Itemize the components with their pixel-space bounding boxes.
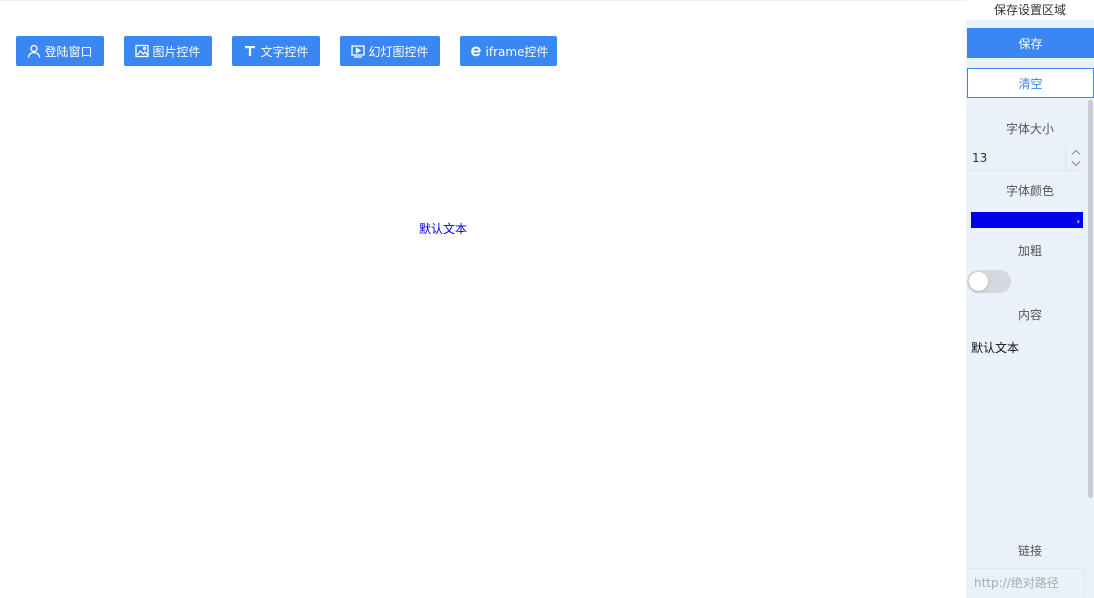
toggle-knob <box>969 272 988 291</box>
iframe-control-button[interactable]: iframe控件 <box>460 36 557 66</box>
link-label: 链接 <box>1017 544 1042 558</box>
slideshow-control-button[interactable]: 幻灯图控件 <box>340 36 440 66</box>
font-color-label: 字体颜色 <box>1005 184 1054 198</box>
text-control-label: 文字控件 <box>260 44 309 59</box>
image-control-label: 图片控件 <box>152 44 201 59</box>
chevron-down-icon: ▾ <box>1076 218 1080 226</box>
font-size-value: 13 <box>972 151 988 165</box>
content-label: 内容 <box>1017 308 1042 322</box>
font-size-input[interactable]: 13 <box>967 145 1086 171</box>
bold-toggle[interactable] <box>967 270 1011 293</box>
link-input[interactable]: http://绝对路径 <box>967 568 1085 596</box>
iframe-control-label: iframe控件 <box>485 44 549 59</box>
login-window-button[interactable]: 登陆窗口 <box>16 36 104 66</box>
clear-button[interactable]: 清空 <box>967 68 1094 98</box>
text-control-button[interactable]: 文字控件 <box>232 36 320 66</box>
text-icon <box>243 44 257 58</box>
login-window-label: 登陆窗口 <box>44 44 93 59</box>
font-size-label: 字体大小 <box>1005 122 1054 136</box>
slideshow-control-label: 幻灯图控件 <box>368 44 429 59</box>
user-icon <box>27 44 41 58</box>
bold-label: 加粗 <box>1017 244 1042 258</box>
increment-button[interactable] <box>1066 146 1086 158</box>
image-control-button[interactable]: 图片控件 <box>124 36 212 66</box>
image-icon <box>135 44 150 58</box>
design-canvas[interactable]: 默认文本 <box>0 99 966 598</box>
slideshow-icon <box>351 44 366 58</box>
chevron-down-icon <box>1071 161 1080 167</box>
settings-panel: 保存设置区域 保存 清空 字体大小 13 字体颜色 ▾ 加粗 内容 默认文本 链… <box>966 0 1094 598</box>
component-toolbar: 登陆窗口 图片控件 文字控件 幻灯图控件 iframe控件 <box>0 0 966 99</box>
font-size-stepper <box>1065 145 1086 171</box>
canvas-text-element[interactable]: 默认文本 <box>419 220 467 237</box>
decrement-button[interactable] <box>1066 158 1086 170</box>
panel-scrollbar[interactable] <box>1088 100 1093 498</box>
editor-page: 登陆窗口 图片控件 文字控件 幻灯图控件 iframe控件 默认文本 保存设置区… <box>0 0 1094 598</box>
browser-icon <box>469 44 483 58</box>
chevron-up-icon <box>1071 149 1080 155</box>
panel-title: 保存设置区域 <box>966 0 1094 20</box>
font-color-picker[interactable]: ▾ <box>971 212 1083 228</box>
content-field[interactable]: 默认文本 <box>971 339 1019 356</box>
save-button[interactable]: 保存 <box>967 28 1094 58</box>
